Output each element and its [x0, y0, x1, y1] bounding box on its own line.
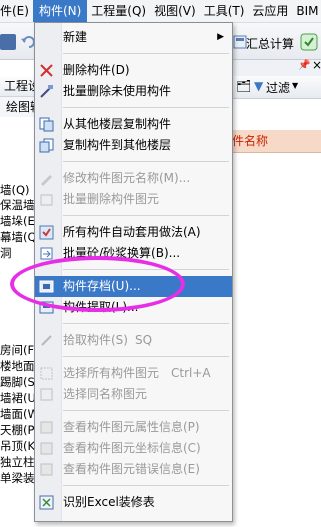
tree-view-icon[interactable]: 🗂 [236, 79, 251, 93]
menu-item-label: 拾取构件(S) [63, 333, 128, 347]
menu-item-select-all[interactable]: 选择所有构件图元 Ctrl+A [35, 363, 232, 384]
view-errors-icon [39, 462, 54, 477]
pick-icon [39, 333, 54, 348]
menu-item-label: 批量删除未使用构件 [63, 84, 172, 98]
menu-item-select-same-name[interactable]: 选择同名称图元 [35, 384, 232, 405]
menu-item-label: 选择同名称图元 [63, 387, 148, 401]
menu-item-auto-apply[interactable]: 所有构件自动套用做法(A) [35, 222, 232, 243]
menu-item-shortcut: Ctrl+A [171, 366, 211, 380]
filter-dropdown-icon[interactable]: ▼ [292, 81, 298, 90]
filter-bar: 🗂 ▼ 过滤 ▼ [232, 76, 321, 99]
menu-item-copy-from-floor[interactable]: 从其他楼层复制构件 [35, 114, 232, 135]
menu-component[interactable]: 构件(N) [32, 0, 88, 22]
menu-item-recognize-excel[interactable]: 识别Excel装修表 [35, 492, 232, 513]
menu-item-batch-delete-element[interactable]: 批量删除构件图元 [35, 189, 232, 210]
batch-delete-element-icon [39, 192, 54, 207]
menu-separator [63, 356, 229, 357]
menu-item-delete-component[interactable]: 删除构件(D) [35, 60, 232, 81]
menu-item-label: 查看构件图元属性信息(P) [63, 420, 200, 434]
menu-item-label: 所有构件自动套用做法(A) [63, 225, 201, 239]
menu-item-label: 新建 [63, 30, 88, 44]
view-props-icon [39, 420, 54, 435]
menu-item-label: 批量删除构件图元 [63, 192, 160, 206]
menu-item-view-properties[interactable]: 查看构件图元属性信息(P) [35, 417, 232, 438]
menu-item-label: 识别Excel装修表 [63, 495, 155, 509]
menu-edit[interactable]: 件(E) [0, 0, 33, 22]
menu-quantity[interactable]: 工程量(Q) [87, 0, 150, 22]
copy-from-floor-icon [39, 117, 54, 132]
save-icon[interactable] [0, 34, 16, 50]
menu-item-label: 查看构件图元坐标信息(C) [63, 441, 201, 455]
view-coords-icon [39, 441, 54, 456]
concrete-convert-icon [39, 246, 54, 261]
filter-icon[interactable]: ▼ [254, 79, 263, 93]
menu-separator [63, 161, 229, 162]
menu-item-shortcut: SQ [135, 333, 153, 347]
calc-label[interactable]: 汇总计算 [246, 35, 294, 52]
menu-separator [63, 215, 229, 216]
menu-item-view-coordinates[interactable]: 查看构件图元坐标信息(C) [35, 438, 232, 459]
select-all-icon [39, 366, 54, 381]
menu-bim[interactable]: BIM [292, 0, 321, 22]
close-icon[interactable]: × [312, 58, 321, 72]
menu-separator [63, 410, 229, 411]
menu-item-label: 修改构件图元名称(M)... [63, 171, 191, 185]
submenu-arrow-icon: ▶ [217, 32, 224, 42]
menu-item-batch-delete-unused[interactable]: 批量删除未使用构件 [35, 81, 232, 102]
menu-view[interactable]: 视图(V) [150, 0, 200, 22]
menu-item-rename-element[interactable]: 修改构件图元名称(M)... [35, 168, 232, 189]
menu-cloud[interactable]: 云应用 [248, 0, 292, 22]
select-same-icon [39, 387, 54, 402]
menu-item-pick-component[interactable]: 拾取构件(S) SQ [35, 330, 232, 351]
menu-item-label: 复制构件到其他楼层 [63, 138, 172, 152]
delete-component-icon [39, 63, 54, 78]
menu-item-new[interactable]: 新建 ▶ [35, 27, 232, 48]
highlight-ellipse [10, 256, 185, 312]
batch-delete-icon [39, 84, 54, 99]
menu-separator [63, 53, 229, 54]
filter-label[interactable]: 过滤 [266, 79, 290, 96]
menu-tools[interactable]: 工具(T) [200, 0, 249, 22]
menu-item-label: 删除构件(D) [63, 63, 130, 77]
menu-item-label: 选择所有构件图元 [63, 366, 160, 380]
column-header-name[interactable]: 件名称 [232, 130, 321, 153]
menu-item-view-errors[interactable]: 查看构件图元错误信息(E) [35, 459, 232, 480]
menu-separator [63, 485, 229, 486]
excel-icon [39, 495, 54, 510]
pin-icon[interactable]: 📌 [298, 60, 310, 71]
menu-item-copy-to-floor[interactable]: 复制构件到其他楼层 [35, 135, 232, 156]
panel-pin-bar: 📌 × [232, 58, 321, 77]
copy-to-floor-icon [39, 138, 54, 153]
rename-icon [39, 171, 54, 186]
menu-separator [63, 107, 229, 108]
menu-bar: 件(E) 构件(N) 工程量(Q) 视图(V) 工具(T) 云应用 BIM [0, 0, 321, 23]
menu-separator [63, 323, 229, 324]
auto-apply-icon [39, 225, 54, 240]
menu-item-label: 查看构件图元错误信息(E) [63, 462, 200, 476]
menu-item-label: 从其他楼层复制构件 [63, 117, 172, 131]
cloud-sync-icon[interactable] [300, 33, 318, 51]
